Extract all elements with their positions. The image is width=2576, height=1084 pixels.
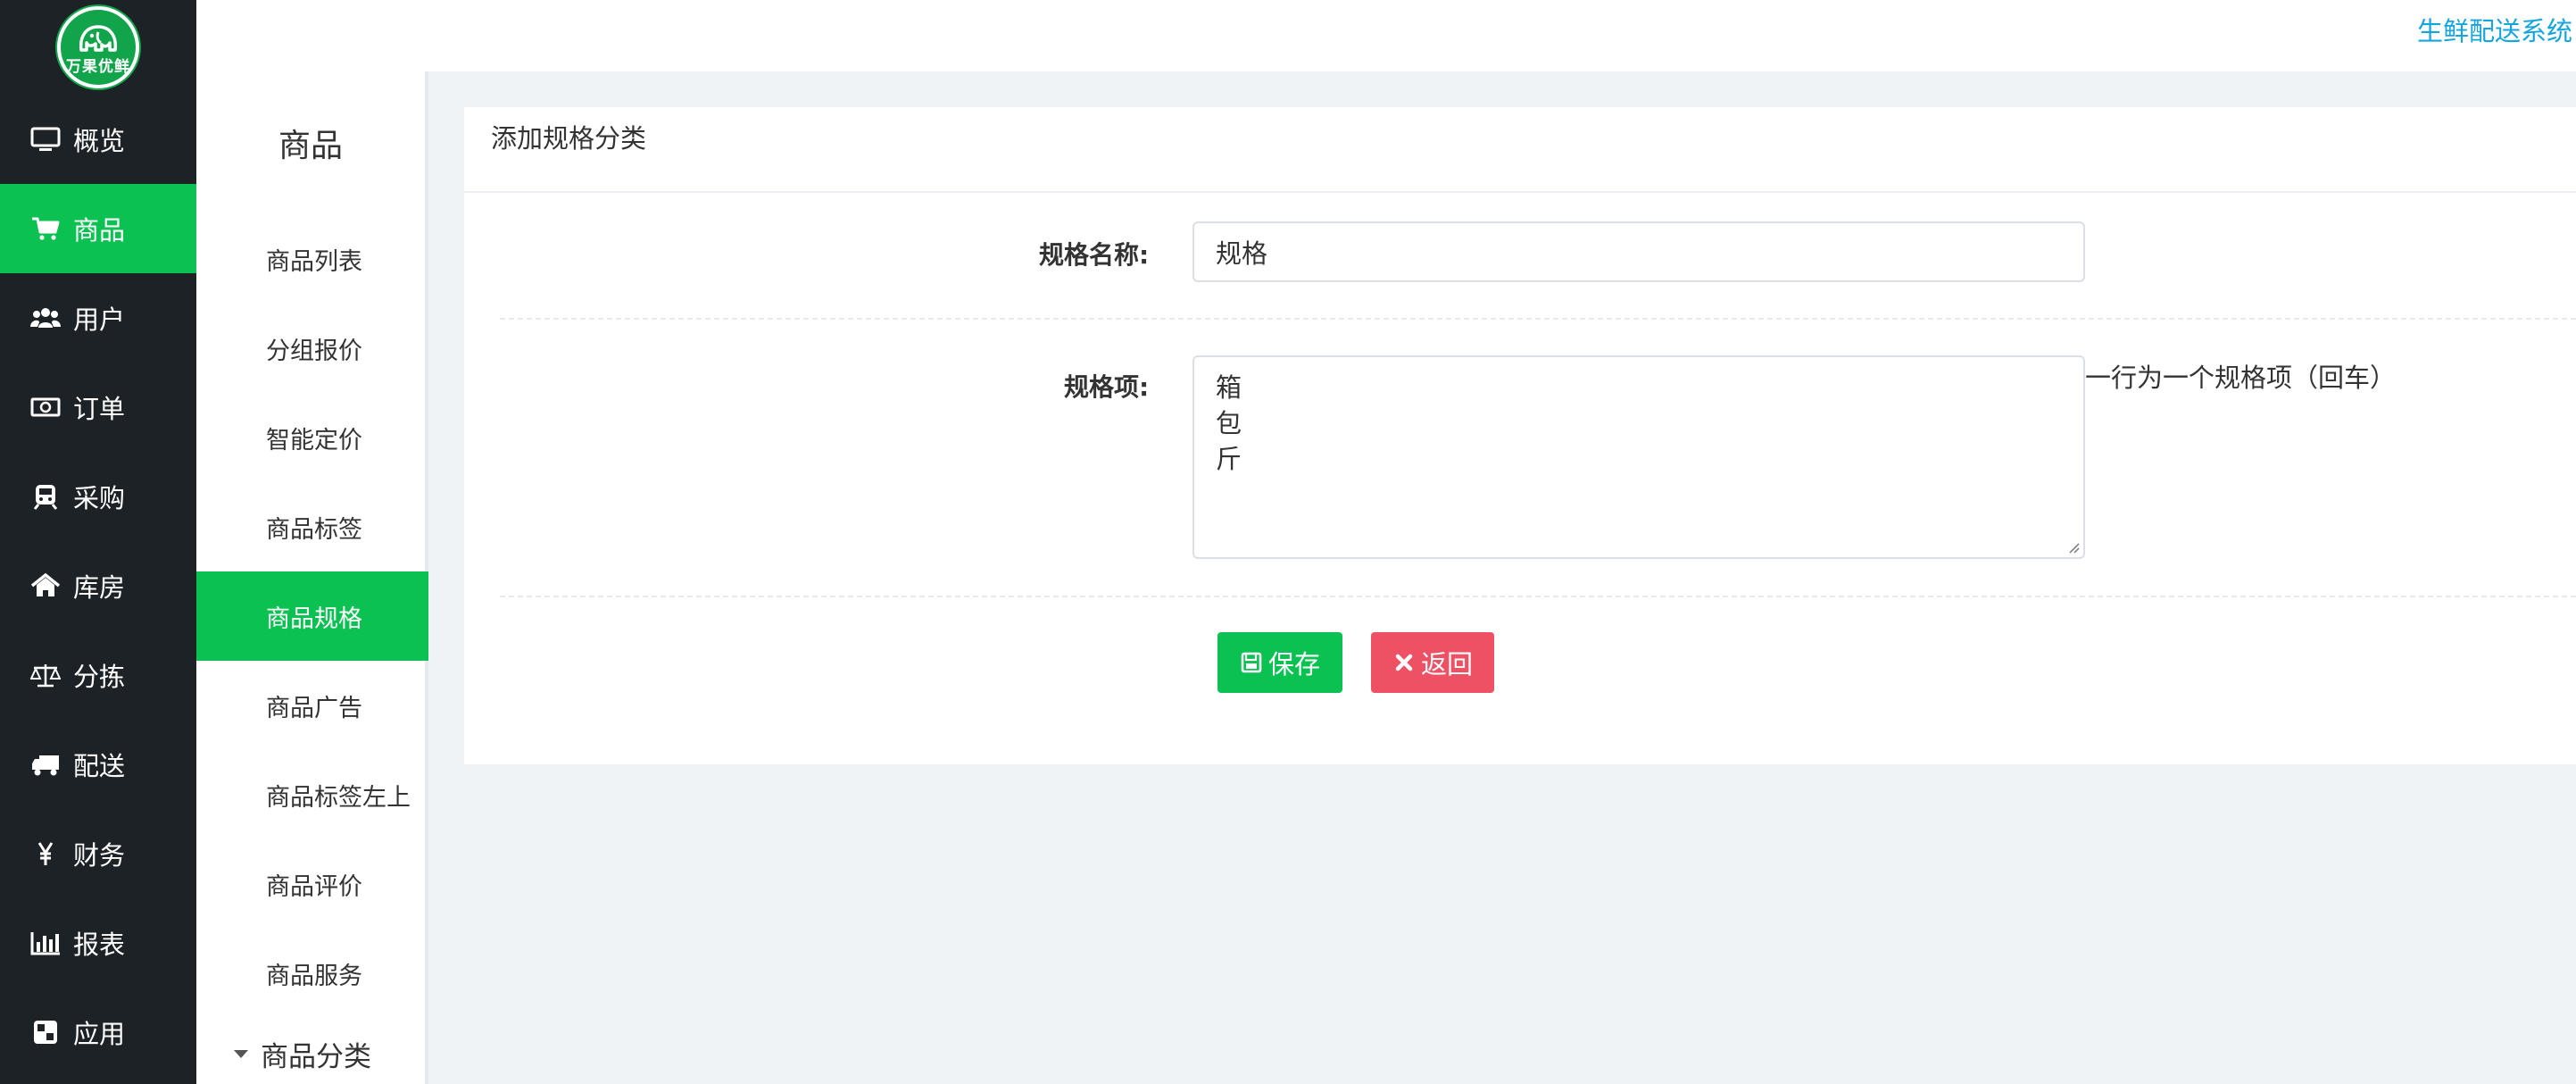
train-icon — [29, 483, 62, 510]
sidebar-item-label: 财务 — [73, 840, 126, 871]
spec-items-hint: 一行为一个规格项（回车） — [2085, 363, 2397, 393]
sidebar-item-label: 库房 — [73, 572, 126, 603]
elephant-logo-icon — [79, 25, 118, 52]
submenu-group-label: 商品分类 — [261, 1040, 371, 1073]
spec-item-line: 斤 — [1216, 444, 1242, 474]
submenu-item-goods-services[interactable]: 商品服务 — [196, 929, 425, 1018]
logo-area: 万果优鲜 — [0, 0, 196, 95]
sidebar-item-label: 订单 — [73, 394, 126, 424]
sidebar-item-purchase[interactable]: 采购 — [0, 452, 196, 541]
brand-logo[interactable]: 万果优鲜 — [57, 6, 139, 88]
sidebar-item-finance[interactable]: 财务 — [0, 809, 196, 898]
sidebar-item-label: 配送 — [73, 751, 126, 781]
save-label: 保存 — [1267, 649, 1320, 680]
sidebar-item-label: 采购 — [73, 483, 126, 513]
apps-icon — [29, 1019, 62, 1046]
home-icon — [29, 572, 62, 599]
spec-name-input[interactable] — [1192, 221, 2085, 282]
caret-down-icon — [234, 1049, 248, 1058]
sidebar-item-label: 概览 — [73, 126, 126, 156]
sidebar-item-label: 应用 — [73, 1019, 126, 1049]
users-icon — [29, 304, 62, 331]
submenu-item-tag-top-left[interactable]: 商品标签左上 — [196, 750, 425, 839]
top-bar: 生鲜配送系统 — [196, 0, 2576, 71]
save-button[interactable]: 保存 — [1217, 632, 1342, 693]
sidebar-item-users[interactable]: 用户 — [0, 273, 196, 363]
sub-menu: 商品 商品列表 分组报价 智能定价 商品标签 商品规格 商品广告 商品标签左上 … — [196, 71, 428, 1084]
sidebar-item-apps[interactable]: 应用 — [0, 988, 196, 1077]
cart-icon — [29, 215, 62, 242]
resize-grip-icon[interactable] — [2067, 541, 2080, 554]
submenu-group-categories[interactable]: 商品分类 — [196, 1018, 425, 1084]
back-label: 返回 — [1420, 649, 1473, 680]
balance-scale-icon — [29, 662, 62, 688]
system-title[interactable]: 生鲜配送系统 — [2417, 11, 2572, 48]
sidebar-item-label: 用户 — [73, 304, 126, 335]
form-divider — [500, 318, 2576, 320]
sidebar-item-sorting[interactable]: 分拣 — [0, 630, 196, 720]
submenu-item-goods-tags[interactable]: 商品标签 — [196, 482, 425, 571]
panel-title: 添加规格分类 — [464, 107, 2576, 193]
spec-item-line: 箱 — [1216, 372, 1242, 403]
form-divider — [500, 596, 2576, 597]
yen-icon — [29, 840, 62, 867]
back-button[interactable]: 返回 — [1371, 632, 1494, 693]
submenu-item-goods-specs[interactable]: 商品规格 — [196, 571, 428, 661]
truck-icon — [29, 751, 62, 778]
sidebar-item-label: 分拣 — [73, 662, 126, 692]
submenu-item-goods-reviews[interactable]: 商品评价 — [196, 839, 425, 929]
sidebar-item-warehouse[interactable]: 库房 — [0, 541, 196, 630]
sidebar-item-label: 商品 — [73, 215, 126, 246]
spec-items-label: 规格项: — [1064, 372, 1150, 402]
main-sidebar: 万果优鲜 概览 商品 用户 订单 采购 库房 分拣 配送 财务 报表 应用 — [0, 0, 196, 1084]
sidebar-item-orders[interactable]: 订单 — [0, 363, 196, 452]
bar-chart-icon — [29, 930, 62, 956]
submenu-title: 商品 — [278, 128, 343, 164]
spec-item-line: 包 — [1216, 408, 1242, 438]
spec-name-label: 规格名称: — [1039, 240, 1150, 270]
save-icon — [1240, 651, 1263, 674]
spec-items-textarea[interactable]: 箱 包 斤 — [1192, 355, 2085, 559]
sidebar-item-label: 报表 — [73, 930, 126, 960]
logo-text: 万果优鲜 — [66, 58, 130, 76]
sidebar-item-reports[interactable]: 报表 — [0, 898, 196, 988]
sidebar-item-overview[interactable]: 概览 — [0, 95, 196, 184]
submenu-item-goods-list[interactable]: 商品列表 — [196, 214, 425, 304]
sidebar-item-goods[interactable]: 商品 — [0, 184, 196, 273]
money-icon — [29, 394, 62, 421]
submenu-item-smart-pricing[interactable]: 智能定价 — [196, 393, 425, 482]
submenu-item-goods-ads[interactable]: 商品广告 — [196, 661, 425, 750]
close-icon — [1392, 651, 1416, 674]
monitor-icon — [29, 126, 62, 153]
sidebar-item-delivery[interactable]: 配送 — [0, 720, 196, 809]
submenu-item-group-pricing[interactable]: 分组报价 — [196, 304, 425, 393]
